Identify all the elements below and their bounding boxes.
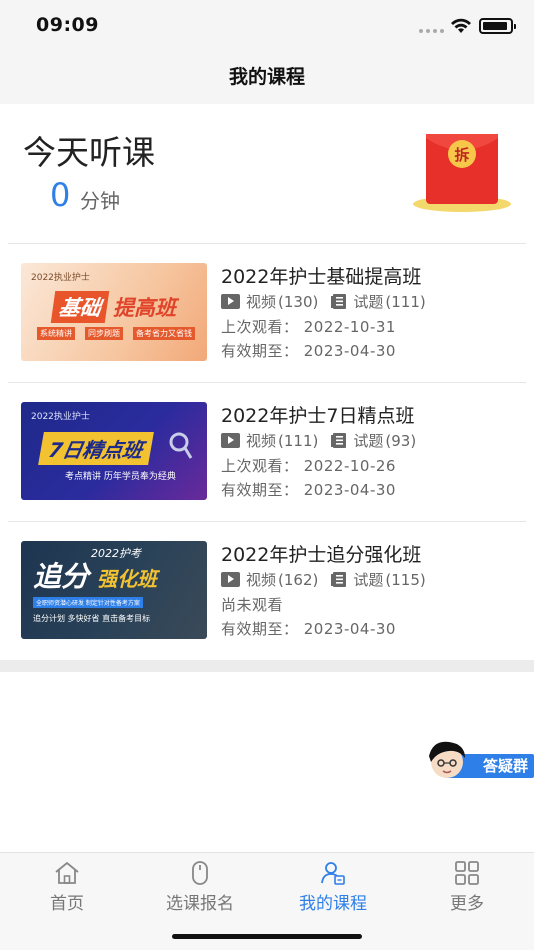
tab-course-enroll[interactable]: 选课报名 [140, 861, 260, 914]
valid-until: 有效期至： 2023-04-30 [221, 342, 396, 360]
course-title: 2022年护士7日精点班 [221, 405, 415, 427]
tab-home[interactable]: 首页 [7, 861, 127, 914]
today-listen-title: 今天听课 [23, 133, 155, 172]
valid-until: 有效期至： 2023-04-30 [221, 620, 396, 638]
video-icon [221, 572, 240, 587]
exam-count: (111) [385, 292, 426, 311]
magnifier-icon [169, 432, 193, 459]
section-separator [0, 660, 534, 672]
nav-bar: 我的课程 [0, 54, 534, 104]
thumb-caption: 2022执业护士 [31, 273, 90, 283]
video-count: (162) [278, 570, 319, 589]
video-count: (111) [278, 431, 319, 450]
last-watched: 尚未观看 [221, 596, 284, 614]
exam-count: (93) [385, 431, 417, 450]
video-icon [221, 433, 240, 448]
thumb-headline: 追分 [33, 560, 90, 593]
exam-icon [331, 294, 347, 309]
grid-icon [455, 861, 479, 885]
thumb-headline: 7日精点班 [38, 432, 154, 465]
tab-more[interactable]: 更多 [407, 861, 527, 914]
thumb-tag: 系统精讲 [37, 327, 75, 340]
thumb-caption: 2022护考 [91, 547, 141, 560]
exam-icon [331, 572, 347, 587]
red-packet-icon[interactable]: 拆 [412, 132, 512, 214]
red-packet-char: 拆 [454, 146, 469, 164]
thumb-tag: 考点精讲 历年学员奉为经典 [65, 472, 176, 482]
course-thumbnail: 2022护考 追分 强化班 全职师资潜心研发 制定针对性备考方案 追分计划 多快… [21, 541, 207, 639]
today-minutes-value: 0 [50, 176, 71, 214]
course-title: 2022年护士基础提高班 [221, 266, 422, 288]
video-label: 视频 [246, 432, 277, 450]
thumb-tag: 备考省力又省钱 [133, 327, 195, 340]
mouse-icon [192, 861, 208, 885]
qa-group-button[interactable]: 答疑群 [423, 738, 534, 780]
video-label: 视频 [246, 293, 277, 311]
my-course-icon [321, 862, 345, 885]
exam-count: (115) [385, 570, 426, 589]
video-count: (130) [278, 292, 319, 311]
video-icon [221, 294, 240, 309]
course-meta: 视频 (162) 试题 (115) [221, 569, 426, 590]
course-thumbnail: 2022执业护士 基础 提高班 系统精讲 同步刷题 备考省力又省钱 [21, 263, 207, 361]
thumb-tag: 全职师资潜心研发 制定针对性备考方案 [33, 597, 143, 608]
tab-my-courses[interactable]: 我的课程 [273, 861, 393, 914]
tab-label: 我的课程 [299, 894, 367, 914]
exam-label: 试题 [353, 293, 384, 311]
last-watched: 上次观看： 2022-10-26 [221, 457, 396, 475]
video-label: 视频 [246, 571, 277, 589]
exam-label: 试题 [353, 432, 384, 450]
course-item[interactable]: 2022执业护士 基础 提高班 系统精讲 同步刷题 备考省力又省钱 2022年护… [0, 244, 534, 382]
signal-icon [419, 29, 444, 33]
course-item[interactable]: 2022执业护士 7日精点班 考点精讲 历年学员奉为经典 2022年护士7日精点… [0, 383, 534, 521]
battery-icon [479, 18, 516, 34]
course-item[interactable]: 2022护考 追分 强化班 全职师资潜心研发 制定针对性备考方案 追分计划 多快… [0, 522, 534, 660]
thumb-tag: 追分计划 多快好省 直击备考目标 [33, 614, 151, 623]
thumb-headline: 强化班 [97, 567, 157, 591]
course-title: 2022年护士追分强化班 [221, 544, 422, 566]
status-bar: 09:09 [0, 0, 534, 54]
page-title: 我的课程 [228, 66, 305, 88]
today-minutes-unit: 分钟 [80, 189, 120, 213]
tab-label: 选课报名 [166, 894, 234, 914]
course-thumbnail: 2022执业护士 7日精点班 考点精讲 历年学员奉为经典 [21, 402, 207, 500]
wifi-icon [451, 18, 471, 33]
thumb-caption: 2022执业护士 [31, 412, 90, 422]
thumb-headline: 提高班 [113, 296, 176, 320]
last-watched: 上次观看： 2022-10-31 [221, 318, 396, 336]
course-list-card: 今天听课 0 分钟 拆 2022执业护士 基础 提高班 系统精讲 同步刷题 备考… [0, 104, 534, 660]
valid-until: 有效期至： 2023-04-30 [221, 481, 396, 499]
course-meta: 视频 (111) 试题 (93) [221, 430, 416, 451]
teacher-avatar-icon [429, 741, 465, 778]
home-icon [55, 861, 79, 884]
exam-label: 试题 [353, 571, 384, 589]
exam-icon [331, 433, 347, 448]
status-time: 09:09 [36, 14, 99, 36]
tab-label: 首页 [50, 894, 84, 914]
thumb-tag: 同步刷题 [85, 327, 123, 340]
tab-label: 更多 [450, 894, 484, 914]
thumb-headline: 基础 [50, 291, 110, 323]
course-meta: 视频 (130) 试题 (111) [221, 291, 426, 312]
home-indicator[interactable] [172, 934, 362, 939]
